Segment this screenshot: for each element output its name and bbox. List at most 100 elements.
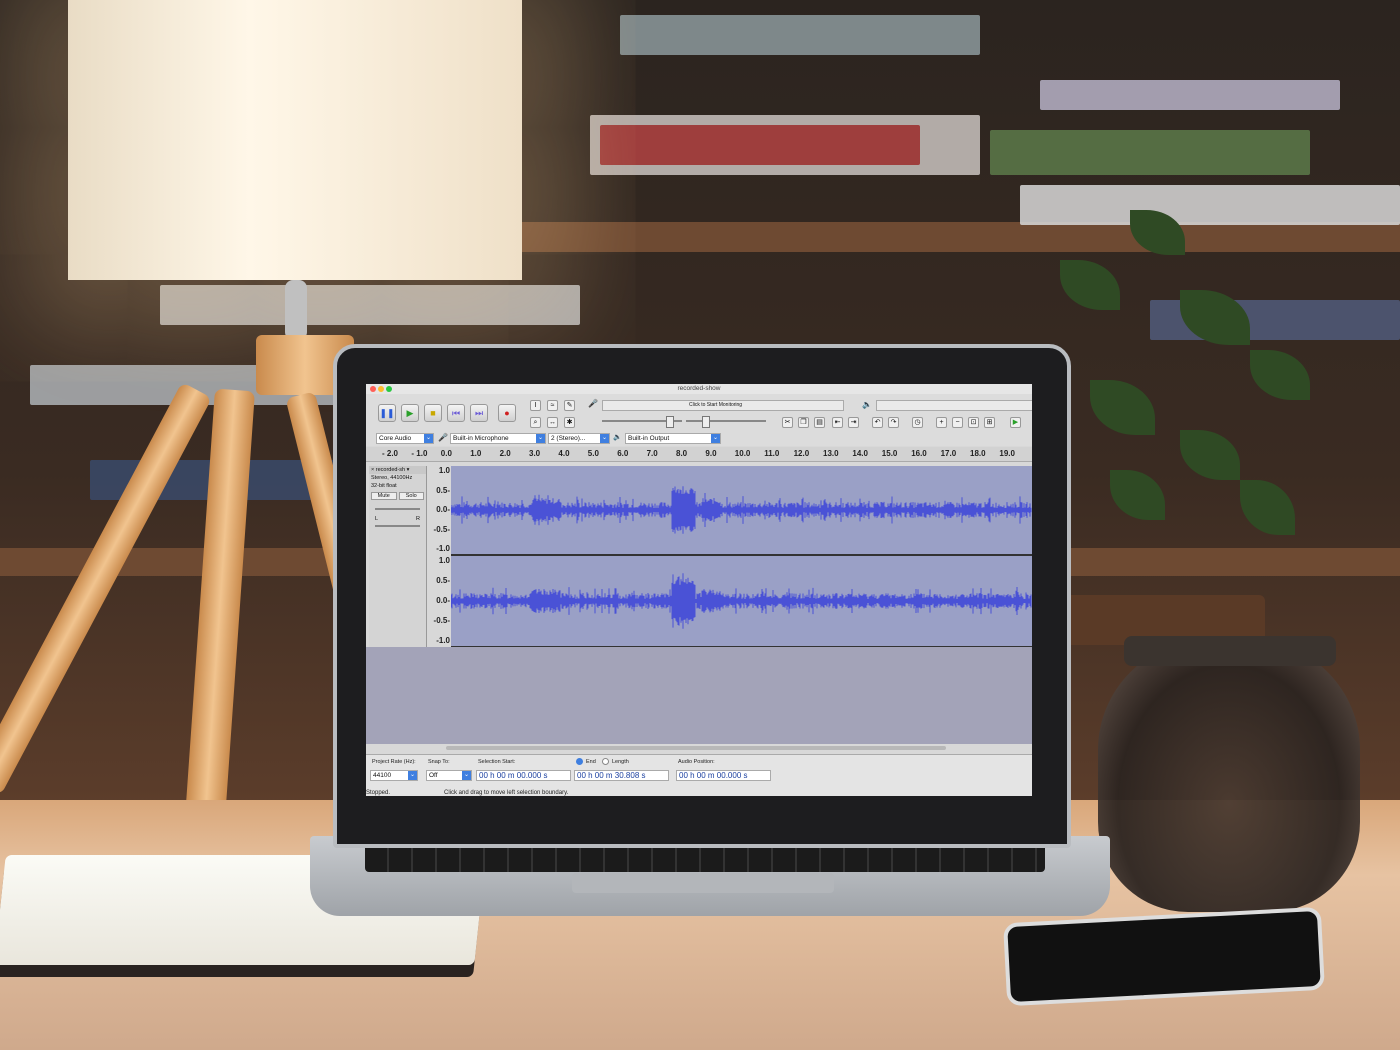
ruler-tick: - 1.0 xyxy=(411,449,428,458)
ruler-tick: 12.0 xyxy=(793,449,810,458)
record-meter[interactable]: Click to Start Monitoring xyxy=(602,400,844,411)
chevron-down-icon: ⌄ xyxy=(600,434,609,443)
amplitude-label: 0.0- xyxy=(436,596,450,605)
amplitude-label: -0.5- xyxy=(433,616,450,625)
speaker-icon[interactable]: 🔈 xyxy=(862,400,872,410)
selection-tool-icon[interactable]: I xyxy=(530,400,541,411)
recording-volume-thumb[interactable] xyxy=(666,416,674,428)
trim-icon[interactable]: ⇤ xyxy=(832,417,843,428)
jar-lid xyxy=(1124,636,1336,666)
pan-right-label: R xyxy=(416,516,420,522)
zoom-in-icon[interactable]: + xyxy=(936,417,947,428)
smartphone xyxy=(1003,906,1325,1007)
snap-to-select[interactable]: Off ⌄ xyxy=(426,770,472,781)
audacity-window: recorded-show ❚❚ ▶ ■ ⏮ ⏭ ● I ≈ ✎ ⌕ ↔ ✱ 🎤… xyxy=(366,384,1032,796)
ruler-tick: 3.0 xyxy=(529,449,541,458)
horizontal-scrollbar[interactable] xyxy=(446,746,946,750)
ruler-tick: 11.0 xyxy=(764,449,780,458)
timeshift-tool-icon[interactable]: ↔ xyxy=(547,417,558,428)
playback-volume-slider[interactable] xyxy=(686,420,766,422)
pan-slider[interactable] xyxy=(375,525,420,527)
input-device-select[interactable]: Built-in Microphone ⌄ xyxy=(450,433,546,444)
length-label: Length xyxy=(612,759,629,765)
cut-icon[interactable]: ✂ xyxy=(782,417,793,428)
track-name-button[interactable]: × recorded-sh ▾ xyxy=(369,466,426,474)
audio-position-field[interactable]: 00 h 00 m 00.000 s xyxy=(676,770,771,781)
ruler-tick: 4.0 xyxy=(558,449,570,458)
fit-selection-icon[interactable]: ⊡ xyxy=(968,417,979,428)
waveform-channel-left[interactable] xyxy=(450,466,1032,556)
zoom-tool-icon[interactable]: ⌕ xyxy=(530,417,541,428)
amplitude-label: 1.0 xyxy=(438,556,450,565)
ruler-tick: 13.0 xyxy=(823,449,839,458)
ruler-tick: 19.0 xyxy=(999,449,1015,458)
solo-button[interactable]: Solo xyxy=(398,492,424,500)
project-rate-select[interactable]: 44100 ⌄ xyxy=(370,770,418,781)
amplitude-label: 0.5- xyxy=(436,485,450,495)
stop-button[interactable]: ■ xyxy=(424,404,442,422)
chevron-down-icon: ⌄ xyxy=(408,771,417,780)
speaker-icon: 🔈 xyxy=(613,434,622,441)
length-radio[interactable] xyxy=(602,758,609,765)
play-at-speed-icon[interactable]: ▶ xyxy=(1010,417,1021,428)
draw-tool-icon[interactable]: ✎ xyxy=(564,400,575,411)
book xyxy=(160,285,580,325)
chevron-down-icon: ⌄ xyxy=(462,771,471,780)
selection-end-field[interactable]: 00 h 00 m 30.808 s xyxy=(574,770,669,781)
minimize-icon[interactable] xyxy=(378,386,384,392)
empty-track-area[interactable] xyxy=(366,647,1032,744)
close-icon[interactable]: × xyxy=(371,467,374,473)
track-name: recorded-sh xyxy=(375,467,406,473)
playback-volume-thumb[interactable] xyxy=(702,416,710,428)
waveform-channel-right[interactable] xyxy=(450,556,1032,648)
output-device-select[interactable]: Built-in Output ⌄ xyxy=(625,433,721,444)
chevron-down-icon: ⌄ xyxy=(536,434,545,443)
status-text: Stopped. xyxy=(366,790,391,796)
book xyxy=(600,125,920,165)
paste-icon[interactable]: ▤ xyxy=(814,417,825,428)
skip-start-button[interactable]: ⏮ xyxy=(447,404,465,422)
ruler-tick: 15.0 xyxy=(881,449,898,458)
zoom-icon[interactable] xyxy=(386,386,392,392)
gain-slider[interactable] xyxy=(375,508,420,510)
book xyxy=(620,15,980,55)
close-icon[interactable] xyxy=(370,386,376,392)
microphone-icon: 🎤 xyxy=(438,433,448,442)
sync-lock-icon[interactable]: ◷ xyxy=(912,417,923,428)
end-radio[interactable] xyxy=(576,758,583,765)
playback-meter[interactable] xyxy=(876,400,1032,411)
silence-icon[interactable]: ⇥ xyxy=(848,417,859,428)
project-rate-value: 44100 xyxy=(373,772,392,779)
snap-to-label: Snap To: xyxy=(428,759,450,765)
pause-button[interactable]: ❚❚ xyxy=(378,404,396,422)
bookshelf xyxy=(520,222,1400,252)
chevron-down-icon: ⌄ xyxy=(424,434,433,443)
ruler-tick: 14.0 xyxy=(852,449,868,458)
project-rate-label: Project Rate (Hz): xyxy=(372,759,416,765)
snap-to-value: Off xyxy=(429,772,438,779)
book xyxy=(1040,80,1340,110)
lamp-shade xyxy=(68,0,522,280)
book xyxy=(1020,185,1400,225)
multi-tool-icon[interactable]: ✱ xyxy=(564,417,575,428)
track-control-panel: × recorded-sh ▾ Stereo, 44100Hz 32-bit f… xyxy=(369,466,427,647)
record-button[interactable]: ● xyxy=(498,404,516,422)
mute-button[interactable]: Mute xyxy=(371,492,397,500)
zoom-out-icon[interactable]: − xyxy=(952,417,963,428)
envelope-tool-icon[interactable]: ≈ xyxy=(547,400,558,411)
undo-icon[interactable]: ↶ xyxy=(872,417,883,428)
channels-select[interactable]: 2 (Stereo)... ⌄ xyxy=(548,433,610,444)
skip-end-button[interactable]: ⏭ xyxy=(470,404,488,422)
timeline-ruler[interactable]: - 2.0 - 1.0 0.0 1.0 2.0 3.0 4.0 5.0 6.0 7.0 8.0 9.0… xyxy=(366,447,1032,462)
audio-host-select[interactable]: Core Audio ⌄ xyxy=(376,433,434,444)
redo-icon[interactable]: ↷ xyxy=(888,417,899,428)
input-device-value: Built-in Microphone xyxy=(453,435,509,442)
ruler-tick: 6.0 xyxy=(617,449,629,458)
fit-project-icon[interactable]: ⊞ xyxy=(984,417,995,428)
microphone-icon[interactable]: 🎤 xyxy=(588,399,598,409)
chevron-down-icon: ▾ xyxy=(406,467,410,473)
selection-start-field[interactable]: 00 h 00 m 00.000 s xyxy=(476,770,571,781)
end-label: End xyxy=(586,759,596,765)
copy-icon[interactable]: ❐ xyxy=(798,417,809,428)
play-button[interactable]: ▶ xyxy=(401,404,419,422)
